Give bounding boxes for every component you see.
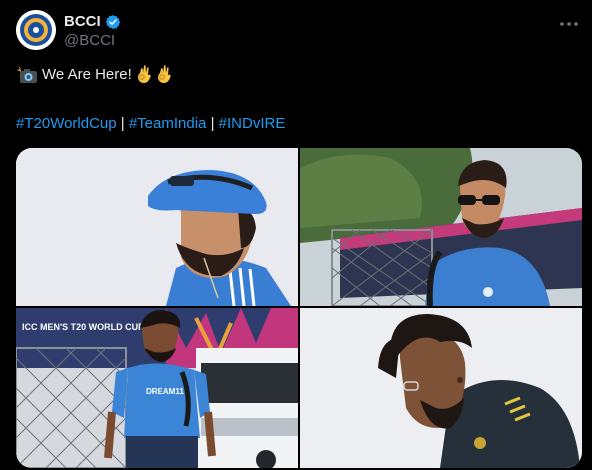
photo-3-image: ICC MEN'S T20 WORLD CUP DREAM11 (16, 308, 298, 468)
photo-1-image (16, 148, 298, 306)
hashtag-separator: | (206, 115, 219, 132)
photo-1[interactable] (16, 148, 298, 306)
photo-2-image (300, 148, 582, 306)
account-handle[interactable]: @BCCI (64, 32, 115, 49)
media-grid: ICC MEN'S T20 WORLD CUP DREAM11 (16, 148, 582, 468)
hashtags: #T20WorldCup | #TeamIndia | #INDvIRE (16, 115, 285, 132)
photo-4[interactable] (300, 308, 582, 468)
hashtag-indvire[interactable]: #INDvIRE (219, 115, 286, 132)
hashtag-teamindia[interactable]: #TeamIndia (129, 115, 207, 132)
ok-hand-emoji (137, 65, 151, 83)
verified-badge-icon (105, 14, 120, 29)
hashtag-t20worldcup[interactable]: #T20WorldCup (16, 115, 117, 132)
photo-3[interactable]: ICC MEN'S T20 WORLD CUP DREAM11 (16, 308, 298, 468)
photo-4-image (300, 308, 582, 468)
photo-2[interactable] (300, 148, 582, 306)
more-options-icon[interactable] (558, 14, 580, 34)
camera-flash-emoji (17, 65, 37, 83)
tweet-text-content: We Are Here! (42, 65, 132, 83)
bcci-logo (16, 10, 56, 50)
tweet-text: We Are Here! (16, 64, 172, 84)
tweet-header: BCCI @BCCI (16, 10, 582, 54)
ok-hand-emoji (157, 65, 171, 83)
account-name[interactable]: BCCI (64, 13, 101, 30)
hashtag-separator: | (116, 115, 129, 132)
banner-text: ICC MEN'S T20 WORLD CUP (22, 322, 144, 332)
jersey-text: DREAM11 (146, 387, 184, 396)
avatar[interactable] (16, 10, 56, 50)
